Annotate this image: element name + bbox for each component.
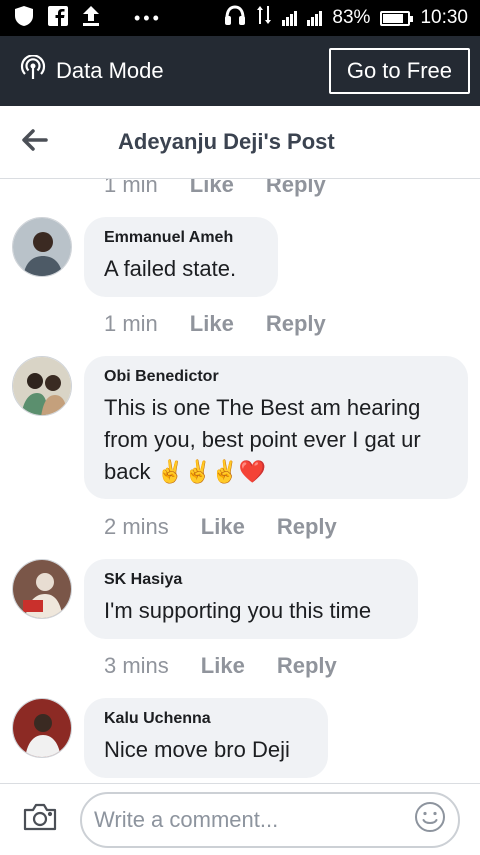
signal-icon: [307, 10, 323, 26]
reply-link[interactable]: Reply: [266, 311, 326, 337]
shield-icon: [14, 5, 34, 32]
commenter-name[interactable]: Kalu Uchenna: [104, 710, 308, 728]
comment-bubble: SK Hasiya I'm supporting you this time: [84, 559, 418, 639]
comment-time: 2 mins: [104, 514, 169, 539]
data-arrows-icon: [256, 4, 272, 32]
reply-link[interactable]: Reply: [277, 653, 337, 679]
data-mode-bar: Data Mode Go to Free: [0, 36, 480, 106]
comment-bubble: Emmanuel Ameh A failed state.: [84, 217, 278, 297]
comment-input[interactable]: Write a comment...: [80, 791, 460, 848]
comment-time: 1 min: [104, 311, 158, 336]
signal-icon: [282, 10, 298, 26]
commenter-name[interactable]: Emmanuel Ameh: [104, 229, 258, 247]
avatar[interactable]: [12, 698, 72, 758]
back-button[interactable]: [0, 128, 70, 156]
clock: 10:30: [420, 7, 468, 28]
comment-actions: 3 mins Like Reply: [104, 653, 337, 679]
comments-list[interactable]: 1 min Like Reply Emmanuel Ameh A failed …: [0, 179, 480, 783]
reply-link[interactable]: Reply: [266, 179, 326, 198]
comment-actions: 1 min Like Reply: [104, 179, 326, 198]
avatar[interactable]: [12, 217, 72, 277]
comment-text: A failed state.: [104, 256, 237, 281]
upload-icon: [82, 5, 100, 32]
headphones-icon: [224, 4, 246, 32]
commenter-name[interactable]: SK Hasiya: [104, 571, 398, 589]
commenter-name[interactable]: Obi Benedictor: [104, 368, 448, 386]
like-link[interactable]: Like: [190, 311, 234, 337]
like-link[interactable]: Like: [201, 653, 245, 679]
reply-link[interactable]: Reply: [277, 514, 337, 540]
battery-icon: [380, 10, 414, 26]
camera-button[interactable]: [0, 802, 80, 837]
comment-input-placeholder: Write a comment...: [94, 806, 279, 832]
comment-composer: Write a comment...: [0, 783, 480, 855]
back-arrow-icon: [22, 128, 48, 156]
go-to-free-button[interactable]: Go to Free: [328, 48, 470, 94]
comment-bubble: Kalu Uchenna Nice move bro Deji: [84, 698, 328, 778]
emoji-reactions: ✌️✌️✌️❤️: [156, 460, 267, 485]
battery-percentage: 83%: [332, 7, 371, 28]
comment-actions: 2 mins Like Reply: [104, 514, 337, 540]
smiley-icon[interactable]: [414, 801, 446, 839]
like-link[interactable]: Like: [201, 514, 245, 540]
like-link[interactable]: Like: [190, 179, 234, 198]
comment-text: Nice move bro Deji: [104, 737, 290, 762]
more-notifications-icon: •••: [134, 7, 162, 28]
broadcast-icon: [20, 54, 46, 87]
comment-text: This is one The Best am hearing from you…: [104, 392, 448, 489]
facebook-icon: [48, 5, 68, 31]
comment-time: 3 mins: [104, 653, 169, 678]
comment-actions: 1 min Like Reply: [104, 311, 326, 337]
comment-bubble: Obi Benedictor This is one The Best am h…: [84, 356, 468, 499]
avatar[interactable]: [12, 559, 72, 619]
comment-time: 1 min: [104, 179, 158, 197]
status-bar: ••• 83% 10:30: [0, 0, 480, 36]
page-title: Adeyanju Deji's Post: [118, 129, 335, 154]
post-header: Adeyanju Deji's Post: [0, 106, 480, 179]
data-mode-label: Data Mode: [56, 58, 164, 83]
camera-icon: [22, 802, 58, 837]
comment-text: I'm supporting you this time: [104, 598, 372, 623]
avatar[interactable]: [12, 356, 72, 416]
